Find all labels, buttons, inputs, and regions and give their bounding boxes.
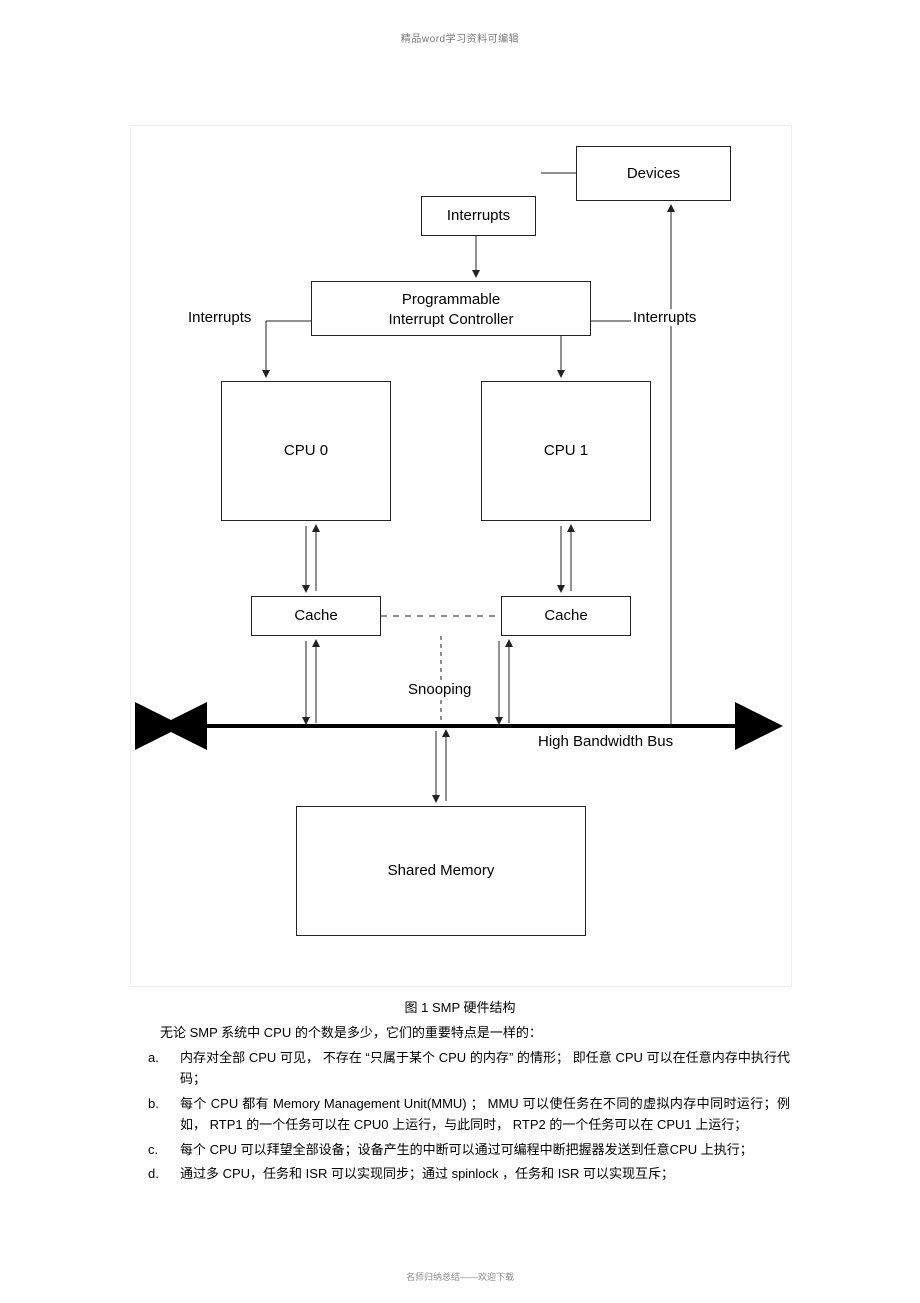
footer-watermark: 名师归纳总结——欢迎下载 <box>0 1270 920 1283</box>
figure-caption: 图 1 SMP 硬件结构 <box>130 997 790 1016</box>
cpu1-box: CPU 1 <box>481 381 651 521</box>
header-watermark: 精品word学习资料可编辑 <box>130 30 790 45</box>
list-item: 内存对全部 CPU 可见， 不存在 “只属于某个 CPU 的内存” 的情形； 即… <box>130 1047 790 1090</box>
intro-paragraph: 无论 SMP 系统中 CPU 的个数是多少，它们的重要特点是一样的： <box>160 1022 790 1041</box>
interrupts-left-label: Interrupts <box>186 309 253 326</box>
cpu0-box: CPU 0 <box>221 381 391 521</box>
list-item: 每个 CPU 都有 Memory Management Unit(MMU) ； … <box>130 1093 790 1136</box>
smp-diagram: Devices Interrupts Programmable Interrup… <box>130 125 792 987</box>
feature-list: 内存对全部 CPU 可见， 不存在 “只属于某个 CPU 的内存” 的情形； 即… <box>130 1047 790 1185</box>
page: 精品word学习资料可编辑 <box>0 0 920 1303</box>
pic-line1: Programmable <box>402 291 500 308</box>
bus-label: High Bandwidth Bus <box>536 733 675 750</box>
pic-box: Programmable Interrupt Controller <box>311 281 591 336</box>
interrupts-right-label: Interrupts <box>631 309 698 326</box>
list-item: 每个 CPU 可以拜望全部设备；设备产生的中断可以通过可编程中断把握器发送到任意… <box>130 1139 790 1160</box>
shared-memory-box: Shared Memory <box>296 806 586 936</box>
list-item: 通过多 CPU，任务和 ISR 可以实现同步；通过 spinlock ，任务和 … <box>130 1163 790 1184</box>
devices-box: Devices <box>576 146 731 201</box>
cache1-box: Cache <box>501 596 631 636</box>
cache0-box: Cache <box>251 596 381 636</box>
interrupts-box: Interrupts <box>421 196 536 236</box>
snooping-label: Snooping <box>406 681 473 698</box>
pic-line2: Interrupt Controller <box>388 311 513 328</box>
